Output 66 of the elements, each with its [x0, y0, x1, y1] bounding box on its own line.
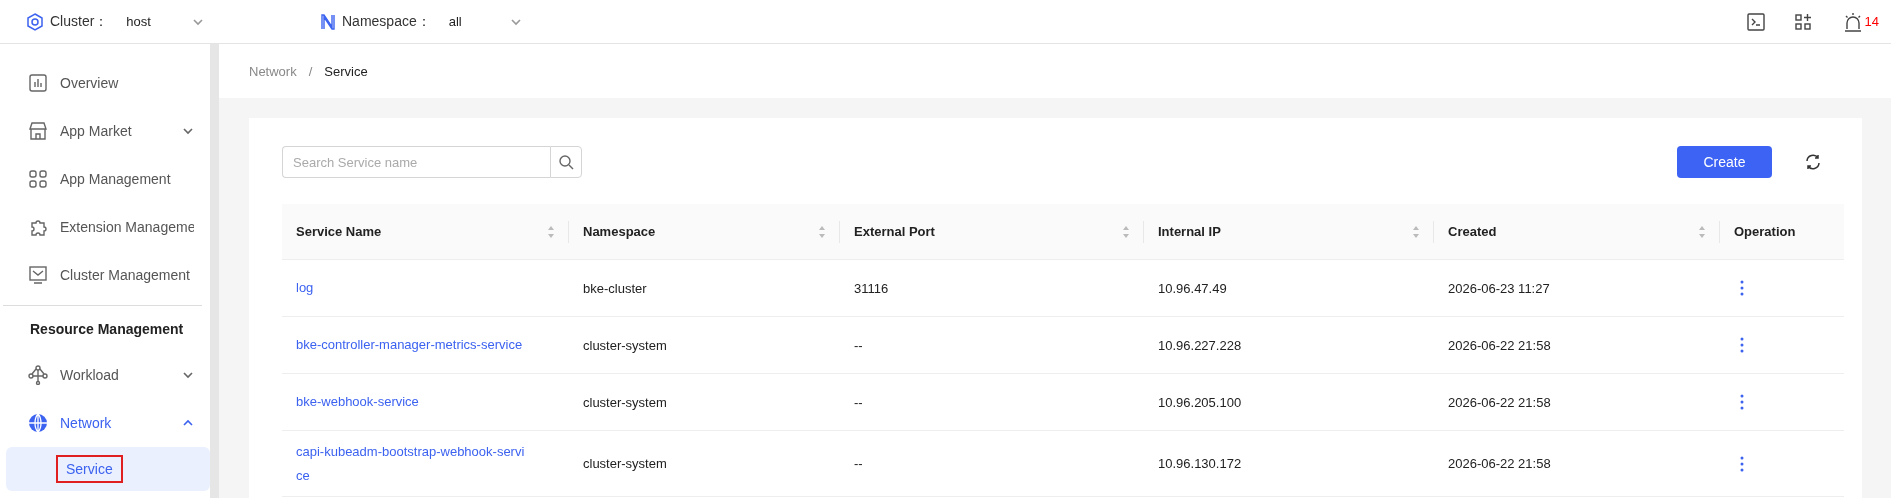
breadcrumb-item[interactable]: Network — [249, 63, 297, 79]
table-cell: cluster-system — [569, 431, 840, 497]
monitor-icon — [28, 265, 48, 285]
column-header[interactable]: Created — [1434, 204, 1720, 260]
sidebar-item[interactable]: App Market — [0, 107, 210, 155]
more-icon — [1740, 455, 1744, 472]
sidebar-item[interactable]: Workload — [0, 351, 210, 399]
sidebar-item[interactable]: Overview — [0, 59, 210, 107]
nodes-icon — [28, 365, 48, 385]
chart-icon — [28, 73, 48, 93]
search-button[interactable] — [550, 146, 582, 178]
column-header[interactable]: Service Name — [282, 204, 569, 260]
create-button[interactable]: Create — [1677, 146, 1772, 178]
search-input[interactable]: Search Service name — [282, 146, 550, 178]
more-icon — [1740, 280, 1744, 296]
chevron-icon — [182, 125, 194, 137]
table-cell: 31116 — [840, 260, 1144, 317]
cluster-label: Cluster： — [50, 12, 109, 31]
breadcrumb-separator: / — [308, 63, 313, 79]
table-cell: cluster-system — [569, 374, 840, 431]
breadcrumb-item: Service — [324, 63, 368, 79]
table-cell: 2026-06-23 11:27 — [1434, 260, 1720, 317]
table-cell: cluster-system — [569, 317, 840, 374]
table-cell: -- — [840, 431, 1144, 497]
column-header: Operation — [1720, 204, 1844, 260]
add-widget-icon[interactable] — [1794, 12, 1813, 31]
store-icon — [28, 121, 48, 141]
column-header[interactable]: Internal IP — [1144, 204, 1434, 260]
column-header[interactable]: External Port — [840, 204, 1144, 260]
table-cell: 10.96.130.172 — [1144, 431, 1434, 497]
alarm-icon[interactable] — [1842, 11, 1863, 32]
sidebar-subitem[interactable]: Service — [56, 455, 123, 483]
sidebar-item[interactable]: Extension Manageme — [0, 203, 210, 251]
globe-icon — [28, 413, 48, 433]
table-cell: 2026-06-22 21:58 — [1434, 374, 1720, 431]
table-cell: 10.96.227.228 — [1144, 317, 1434, 374]
cluster-select[interactable]: host — [126, 14, 187, 29]
service-link[interactable]: bke-controller-manager-metrics-service — [296, 333, 523, 357]
more-icon — [1740, 394, 1744, 410]
service-link[interactable]: bke-webhook-service — [296, 390, 419, 414]
refresh-icon — [1805, 154, 1821, 170]
table-cell: 10.96.205.100 — [1144, 374, 1434, 431]
sidebar-item[interactable]: Network — [0, 399, 210, 447]
namespace-select[interactable]: all — [448, 14, 504, 29]
table-cell: -- — [840, 374, 1144, 431]
cluster-icon — [26, 12, 44, 31]
service-link[interactable]: log — [296, 276, 314, 300]
terminal-icon[interactable] — [1746, 12, 1765, 31]
chevron-icon — [182, 369, 194, 381]
sidebar-item[interactable]: Cluster Management — [0, 251, 210, 299]
column-header[interactable]: Namespace — [569, 204, 840, 260]
sidebar-item[interactable]: App Management — [0, 155, 210, 203]
section-title: Resource Management — [30, 320, 184, 337]
grid-icon — [28, 169, 48, 189]
table-cell: bke-cluster — [569, 260, 840, 317]
alert-count: 14 — [1864, 14, 1879, 29]
namespace-icon — [320, 13, 336, 30]
namespace-label: Namespace： — [342, 12, 431, 31]
more-icon — [1740, 337, 1744, 353]
service-link[interactable]: capi-kubeadm-bootstrap-webhook-servi ce — [296, 439, 525, 488]
table-cell: 2026-06-22 21:58 — [1434, 317, 1720, 374]
table-cell: -- — [840, 317, 1144, 374]
puzzle-icon — [28, 217, 48, 237]
table-cell: 2026-06-22 21:58 — [1434, 431, 1720, 497]
search-icon — [558, 154, 574, 170]
table-cell: 10.96.47.49 — [1144, 260, 1434, 317]
